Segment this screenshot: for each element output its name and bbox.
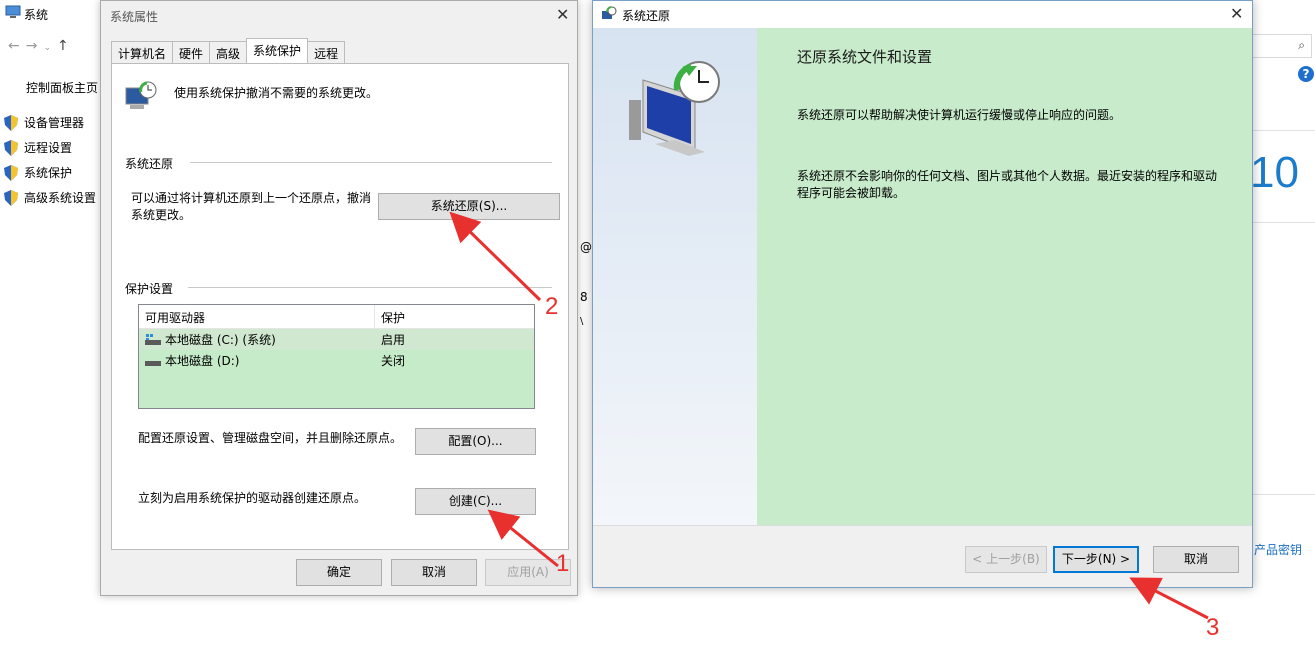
sidebar-item-label: 控制面板主页: [26, 81, 99, 95]
wizard-paragraph-2: 系统还原不会影响你的任何文档、图片或其他个人数据。最近安装的程序和驱动程序可能会…: [797, 169, 1218, 200]
shield-icon: [4, 189, 18, 206]
system-protection-icon: [125, 81, 157, 109]
product-key-link[interactable]: 产品密钥: [1254, 541, 1302, 558]
tab-computer-name[interactable]: 计算机名: [111, 41, 174, 63]
sidebar-item-label: 高级系统设置: [24, 191, 97, 205]
system-properties-dialog: 系统属性 ✕ 计算机名 硬件 高级 系统保护 远程 使用系统保护撤消不需要的系统…: [100, 0, 578, 596]
dialog-title: 系统属性: [110, 10, 159, 24]
close-icon[interactable]: ✕: [1230, 6, 1243, 22]
tab-panel: 使用系统保护撤消不需要的系统更改。 系统还原 可以通过将计算机还原到上一个还原点…: [111, 63, 569, 550]
sidebar-item-label: 远程设置: [24, 141, 73, 155]
close-icon[interactable]: ✕: [556, 7, 569, 23]
sidebar-item-label: 系统保护: [24, 166, 73, 180]
config-text: 配置还原设置、管理磁盘空间，并且删除还原点。: [138, 431, 403, 445]
create-button[interactable]: 创建(C)...: [415, 488, 536, 515]
wizard-heading: 还原系统文件和设置: [797, 48, 933, 66]
title-bar: 系统还原 ✕: [593, 1, 1252, 28]
drive-name: 本地磁盘 (C:) (系统): [165, 333, 276, 347]
table-row[interactable]: 本地磁盘 (D:) 关闭: [139, 350, 534, 371]
tab-remote[interactable]: 远程: [307, 41, 346, 63]
sidebar-item-device-manager[interactable]: 设备管理器: [4, 114, 84, 131]
back-button[interactable]: < 上一步(B): [965, 546, 1047, 573]
column-header-drive[interactable]: 可用驱动器: [139, 305, 375, 328]
column-header-protection[interactable]: 保护: [375, 305, 411, 328]
system-restore-wizard: 系统还原 ✕ 还原系统文件和设置 系统还原可以帮助解决使计算机运行缓慢或停止响应…: [592, 0, 1253, 588]
tab-hardware[interactable]: 硬件: [172, 41, 211, 63]
annotation-number-3: 3: [1206, 614, 1220, 641]
sidebar-item-advanced[interactable]: 高级系统设置: [4, 189, 96, 206]
cancel-button[interactable]: 取消: [1153, 546, 1239, 573]
divider: [1253, 130, 1315, 131]
computer-icon: [5, 5, 21, 18]
group-divider: [188, 287, 552, 288]
configure-button[interactable]: 配置(O)...: [415, 428, 536, 455]
wizard-title: 系统还原: [622, 9, 671, 23]
wizard-content: 还原系统文件和设置 系统还原可以帮助解决使计算机运行缓慢或停止响应的问题。 系统…: [757, 28, 1252, 525]
create-text: 立刻为启用系统保护的驱动器创建还原点。: [138, 491, 367, 505]
up-arrow-icon[interactable]: ↑: [57, 38, 75, 54]
windows-logo-text: 10: [1250, 148, 1299, 197]
sidebar-item-home[interactable]: 控制面板主页: [26, 79, 98, 96]
annotation-number-1: 1: [556, 550, 570, 577]
dropdown-icon[interactable]: ⌄: [43, 43, 57, 53]
shield-icon: [4, 164, 18, 181]
drive-table: 可用驱动器 保护 本地磁盘 (C:) (系统) 启用 本地磁盘 (D:) 关闭: [138, 304, 535, 409]
table-header: 可用驱动器 保护: [139, 305, 534, 329]
protection-status: 关闭: [381, 354, 406, 368]
cancel-button[interactable]: 取消: [391, 559, 477, 586]
sidebar-item-label: 设备管理器: [24, 116, 85, 130]
nav-arrows[interactable]: ←→⌄↑: [8, 38, 75, 54]
footer-divider: [593, 525, 1252, 526]
divider: [1253, 494, 1315, 495]
system-restore-button[interactable]: 系统还原(S)...: [378, 193, 560, 220]
annotation-number-2: 2: [545, 293, 559, 320]
ok-button[interactable]: 确定: [296, 559, 382, 586]
drive-icon: [145, 360, 161, 366]
protection-status: 启用: [381, 333, 406, 347]
help-icon[interactable]: ?: [1298, 66, 1314, 82]
text-fragment: \: [580, 316, 584, 327]
wizard-paragraph-1: 系统还原可以帮助解决使计算机运行缓慢或停止响应的问题。: [797, 108, 1122, 122]
description-text: 使用系统保护撤消不需要的系统更改。: [174, 86, 379, 100]
system-restore-icon: [602, 6, 617, 19]
sidebar-item-protection[interactable]: 系统保护: [4, 164, 72, 181]
protection-group-label: 保护设置: [125, 282, 174, 296]
divider: [1253, 222, 1315, 223]
shield-icon: [4, 114, 18, 131]
restore-group-label: 系统还原: [125, 157, 174, 171]
text-fragment: @: [580, 240, 592, 254]
forward-arrow-icon[interactable]: →: [26, 38, 44, 54]
back-arrow-icon[interactable]: ←: [8, 38, 26, 54]
restore-computer-icon: [629, 61, 720, 156]
tab-advanced[interactable]: 高级: [209, 41, 248, 63]
sidebar-item-remote[interactable]: 远程设置: [4, 139, 72, 156]
text-fragment: 8: [580, 290, 588, 304]
next-button[interactable]: 下一步(N) >: [1053, 546, 1139, 573]
tab-bar: 计算机名 硬件 高级 系统保护 远程: [111, 38, 346, 63]
restore-text: 可以通过将计算机还原到上一个还原点，撤消系统更改。: [131, 191, 372, 222]
drive-name: 本地磁盘 (D:): [165, 354, 240, 368]
search-input[interactable]: ⌕: [1252, 34, 1312, 58]
window-title: 系统: [24, 8, 49, 22]
tab-system-protection[interactable]: 系统保护: [246, 38, 309, 63]
group-divider: [190, 162, 552, 163]
table-row[interactable]: 本地磁盘 (C:) (系统) 启用: [139, 329, 534, 350]
wizard-side-panel: [593, 28, 757, 525]
shield-icon: [4, 139, 18, 156]
search-icon: ⌕: [1298, 38, 1305, 52]
system-drive-icon: [145, 333, 161, 345]
